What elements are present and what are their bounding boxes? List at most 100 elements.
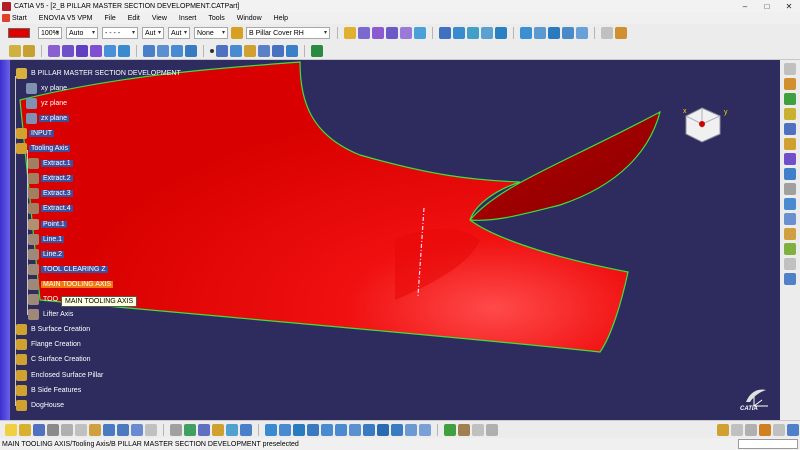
- tree-item[interactable]: B Surface Creation: [16, 323, 92, 337]
- comments-icon[interactable]: [198, 423, 210, 436]
- redo-icon[interactable]: [117, 423, 129, 436]
- apply-material-icon[interactable]: [458, 423, 470, 436]
- fillet-icon[interactable]: [520, 27, 532, 39]
- tree-item[interactable]: Extract.4: [28, 202, 73, 216]
- measure-item-icon[interactable]: [486, 423, 498, 436]
- undo-icon[interactable]: [103, 423, 115, 436]
- formula-icon[interactable]: [784, 213, 796, 225]
- reaction-icon[interactable]: [784, 243, 796, 255]
- fit-all-icon[interactable]: [279, 423, 291, 436]
- wireframe-tools-icon[interactable]: [311, 44, 323, 57]
- lamp-icon[interactable]: [759, 423, 771, 436]
- copy-icon[interactable]: [75, 423, 87, 436]
- menu-tools[interactable]: Tools: [202, 15, 230, 22]
- body-select-combo[interactable]: B Pillar Cover RH ▾: [246, 27, 330, 39]
- print-icon[interactable]: [47, 423, 59, 436]
- tree-item[interactable]: zx plane: [26, 111, 70, 125]
- law-icon[interactable]: [601, 27, 613, 39]
- helix-icon[interactable]: [171, 44, 183, 57]
- open-icon[interactable]: [19, 423, 31, 436]
- tree-item[interactable]: TOO: [28, 293, 60, 307]
- normal-view-icon[interactable]: [349, 423, 361, 436]
- check-tool-icon[interactable]: [784, 108, 796, 120]
- zoom-in-icon[interactable]: [321, 423, 333, 436]
- tree-item[interactable]: B Side Features: [16, 383, 83, 397]
- extract-icon[interactable]: [495, 27, 507, 39]
- iso-view-icon[interactable]: [377, 423, 389, 436]
- menu-enovia[interactable]: ENOVIA V5 VPM: [33, 15, 99, 22]
- knowledge-advisor-icon[interactable]: [184, 423, 196, 436]
- measure-between-icon[interactable]: [472, 423, 484, 436]
- menu-insert[interactable]: Insert: [173, 15, 203, 22]
- menu-file[interactable]: File: [98, 15, 121, 22]
- corner-icon[interactable]: [286, 44, 298, 57]
- hand-icon[interactable]: [784, 138, 796, 150]
- compass[interactable]: x y: [682, 102, 732, 152]
- sketch-tracker-icon[interactable]: [717, 423, 729, 436]
- maximize-button[interactable]: □: [756, 0, 778, 12]
- spline-tool-icon[interactable]: [784, 78, 796, 90]
- cylinder-icon[interactable]: [400, 27, 412, 39]
- sketch-icon[interactable]: [344, 27, 356, 39]
- tree-item[interactable]: Line.2: [28, 247, 65, 261]
- formula-fx-icon[interactable]: [170, 423, 182, 436]
- menu-view[interactable]: View: [146, 15, 173, 22]
- point-type-combo[interactable]: Aut ▾: [142, 27, 164, 39]
- new-icon[interactable]: [5, 423, 17, 436]
- tree-item[interactable]: Point.1: [28, 217, 67, 231]
- spiral-icon[interactable]: [185, 44, 197, 57]
- swap-space-icon[interactable]: [419, 423, 431, 436]
- zoom-out-icon[interactable]: [335, 423, 347, 436]
- symmetry-icon[interactable]: [562, 27, 574, 39]
- tree-item[interactable]: Tooling Axis: [16, 142, 70, 156]
- intersection-icon[interactable]: [104, 44, 116, 57]
- none-combo[interactable]: None ▾: [194, 27, 228, 39]
- tree-item[interactable]: MAIN TOOLING AXIS: [28, 277, 114, 291]
- tree-item[interactable]: Line.1: [28, 232, 65, 246]
- paintbrush-icon[interactable]: [231, 27, 243, 39]
- circle-icon[interactable]: [143, 44, 155, 57]
- section-icon[interactable]: [784, 168, 796, 180]
- tree-item[interactable]: Extract.1: [28, 157, 73, 171]
- plane-icon[interactable]: [258, 44, 270, 57]
- layer-combo[interactable]: Aut ▾: [168, 27, 190, 39]
- compass-tool-icon[interactable]: [787, 423, 799, 436]
- line-type-combo[interactable]: - - - - ▾: [102, 27, 138, 39]
- render-icon[interactable]: [731, 423, 743, 436]
- tree-item[interactable]: DogHouse: [16, 398, 66, 412]
- scaling-icon[interactable]: [576, 27, 588, 39]
- menu-help[interactable]: Help: [268, 15, 294, 22]
- tree-item[interactable]: Enclosed Surface Pillar: [16, 368, 105, 382]
- pan-icon[interactable]: [293, 423, 305, 436]
- tree-item[interactable]: Flange Creation: [16, 338, 83, 352]
- multi-view-icon[interactable]: [363, 423, 375, 436]
- fly-mode-icon[interactable]: [265, 423, 277, 436]
- tree-item[interactable]: Extract.2: [28, 172, 73, 186]
- color-picker[interactable]: [8, 28, 30, 38]
- split-icon[interactable]: [453, 27, 465, 39]
- parallel-curve-icon[interactable]: [118, 44, 130, 57]
- geometrical-set-icon[interactable]: [23, 44, 35, 57]
- close-button[interactable]: ✕: [778, 0, 800, 12]
- tree-item[interactable]: yz plane: [26, 96, 69, 110]
- tree-item[interactable]: INPUT: [16, 126, 54, 140]
- tree-item[interactable]: B PILLAR MASTER SECTION DEVELOPMENT: [16, 66, 183, 80]
- annotation-icon[interactable]: [784, 258, 796, 270]
- update-icon[interactable]: [145, 423, 157, 436]
- save-icon[interactable]: [33, 423, 45, 436]
- knowledge-icon[interactable]: [784, 198, 796, 210]
- line-weight-combo[interactable]: Auto ▾: [66, 27, 98, 39]
- rule-icon[interactable]: [784, 228, 796, 240]
- tree-item[interactable]: Lifter Axis: [28, 308, 75, 322]
- join-icon[interactable]: [439, 27, 451, 39]
- menu-window[interactable]: Window: [231, 15, 268, 22]
- rotate-icon[interactable]: [548, 27, 560, 39]
- extrude-icon[interactable]: [358, 27, 370, 39]
- cut-icon[interactable]: [61, 423, 73, 436]
- sphere-icon[interactable]: [386, 27, 398, 39]
- tools-palette-icon[interactable]: [784, 273, 796, 285]
- tree-item[interactable]: C Surface Creation: [16, 353, 93, 367]
- translate-icon[interactable]: [534, 27, 546, 39]
- polyline-icon[interactable]: [244, 44, 256, 57]
- menu-start[interactable]: Start: [0, 14, 33, 22]
